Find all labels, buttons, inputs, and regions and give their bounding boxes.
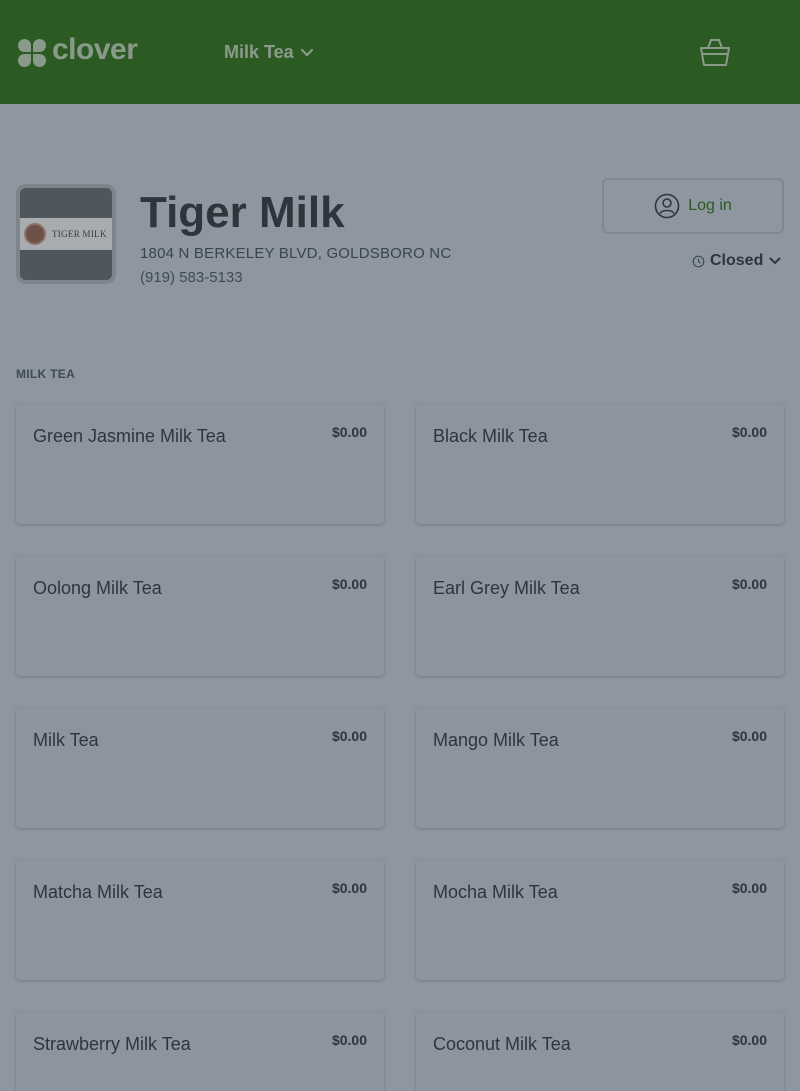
menu-item-card[interactable]: Coconut Milk Tea $0.00	[416, 1012, 784, 1091]
section-title: MILK TEA	[16, 367, 76, 381]
top-header: clover Milk Tea	[0, 0, 800, 104]
menu-item-card[interactable]: Earl Grey Milk Tea $0.00	[416, 556, 784, 676]
menu-item-name: Green Jasmine Milk Tea	[33, 426, 226, 446]
menu-item-name: Oolong Milk Tea	[33, 578, 162, 598]
menu-item-name: Mango Milk Tea	[433, 730, 559, 750]
menu-item-price: $0.00	[731, 1032, 767, 1048]
menu-item-card[interactable]: Strawberry Milk Tea $0.00	[16, 1012, 384, 1091]
menu-item-card[interactable]: Mocha Milk Tea $0.00	[416, 860, 784, 980]
menu-item-price: $0.00	[331, 880, 367, 896]
menu-item-name: Earl Grey Milk Tea	[433, 578, 580, 598]
chevron-down-icon	[300, 48, 313, 56]
menu-item-card[interactable]: Green Jasmine Milk Tea $0.00	[16, 404, 384, 524]
menu-item-price: $0.00	[331, 576, 367, 592]
cart-button[interactable]	[698, 36, 732, 73]
menu-item-price: $0.00	[331, 728, 367, 744]
clock-icon	[692, 255, 705, 267]
chevron-down-icon	[769, 257, 781, 265]
menu-item-name: Matcha Milk Tea	[33, 882, 163, 902]
store-logo: TIGER MILK	[16, 184, 116, 284]
menu-item-card[interactable]: Mango Milk Tea $0.00	[416, 708, 784, 828]
basket-icon	[700, 39, 730, 66]
menu-item-card[interactable]: Oolong Milk Tea $0.00	[16, 556, 384, 676]
clover-leaf-icon	[18, 37, 48, 67]
menu-item-price: $0.00	[731, 424, 767, 440]
menu-item-name: Coconut Milk Tea	[433, 1034, 571, 1054]
menu-item-name: Milk Tea	[33, 730, 99, 750]
clover-logo[interactable]: clover	[18, 33, 138, 68]
category-dropdown[interactable]: Milk Tea	[224, 42, 314, 63]
hours-dropdown[interactable]: Closed	[692, 252, 781, 270]
login-label: Log in	[688, 197, 732, 214]
store-logo-text: TIGER MILK	[52, 229, 107, 239]
menu-item-price: $0.00	[731, 576, 767, 592]
hours-status: Closed	[710, 252, 764, 269]
store-phone[interactable]: (919) 583-5133	[140, 269, 243, 286]
menu-item-card[interactable]: Black Milk Tea $0.00	[416, 404, 784, 524]
store-address: 1804 N BERKELEY BLVD, GOLDSBORO NC	[140, 245, 452, 262]
user-icon	[654, 193, 680, 219]
menu-item-card[interactable]: Matcha Milk Tea $0.00	[16, 860, 384, 980]
menu-item-card[interactable]: Milk Tea $0.00	[16, 708, 384, 828]
login-button[interactable]: Log in	[602, 178, 784, 234]
category-dropdown-label: Milk Tea	[224, 42, 294, 62]
menu-item-price: $0.00	[331, 1032, 367, 1048]
menu-item-price: $0.00	[731, 880, 767, 896]
menu-item-name: Strawberry Milk Tea	[33, 1034, 191, 1054]
menu-item-price: $0.00	[731, 728, 767, 744]
clover-logo-text: clover	[52, 33, 138, 66]
menu-item-price: $0.00	[331, 424, 367, 440]
menu-item-name: Mocha Milk Tea	[433, 882, 558, 902]
store-name: Tiger Milk	[140, 188, 345, 237]
menu-item-name: Black Milk Tea	[433, 426, 548, 446]
tiger-emblem-icon	[24, 223, 46, 245]
